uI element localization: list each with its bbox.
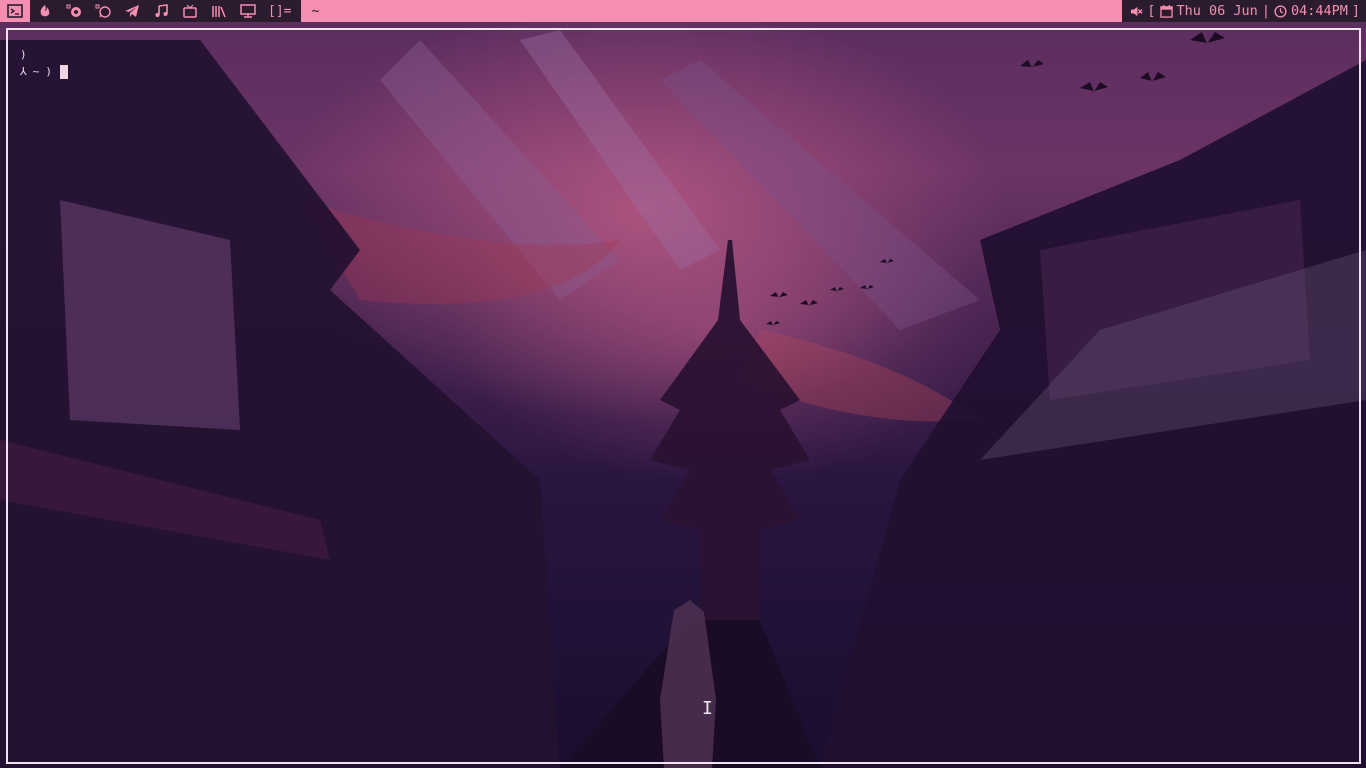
status-date: Thu 06 Jun [1176,3,1258,19]
workspace-tv[interactable] [175,0,204,22]
prompt-directory: ~ [32,65,40,78]
layout-indicator[interactable]: []= [262,0,302,22]
status-time: 04:44PM [1290,3,1348,19]
terminal-icon [7,4,23,18]
status-bracket-open: [ [1147,3,1156,19]
status-area: [ Thu 06 Jun | 04:44PM ] [1122,0,1366,22]
firefox-icon [40,5,49,17]
workspace-files[interactable] [59,0,88,22]
whatsapp-icon [95,4,111,18]
tv-icon [182,4,197,18]
monitor-icon [239,4,256,18]
workspace-firefox[interactable] [30,0,59,22]
prompt-symbol: ⅄ [20,65,27,78]
telegram-icon [124,5,139,17]
status-separator: | [1261,3,1270,19]
terminal-prompt[interactable]: ⅄ ~ ) [20,63,68,80]
music-note-icon [155,4,168,17]
workspace-music[interactable] [146,0,175,22]
terminal-window[interactable]: ) ⅄ ~ ) [6,28,1361,764]
workspace-monitor[interactable] [233,0,262,22]
clock-icon [1274,4,1287,18]
terminal-previous-line: ) [20,48,27,61]
top-status-bar: []= ~ [ Thu 06 Jun | 04:44PM ] [0,0,1366,22]
workspace-library[interactable] [204,0,233,22]
text-cursor [59,64,68,79]
workspace-terminal[interactable] [0,0,30,22]
volume-muted-icon[interactable] [1130,5,1143,18]
file-manager-icon [66,4,81,17]
workspace-list: []= [0,0,302,22]
prompt-arrow: ) [45,65,52,78]
calendar-icon [1159,4,1173,18]
mouse-ibeam-cursor: I [702,698,713,719]
terminal-output: ) ⅄ ~ ) [20,46,68,80]
workspace-telegram[interactable] [117,0,146,22]
window-title: ~ [311,3,320,19]
workspace-whatsapp[interactable] [88,0,117,22]
library-icon [211,6,226,18]
status-bracket-close: ] [1351,3,1360,19]
